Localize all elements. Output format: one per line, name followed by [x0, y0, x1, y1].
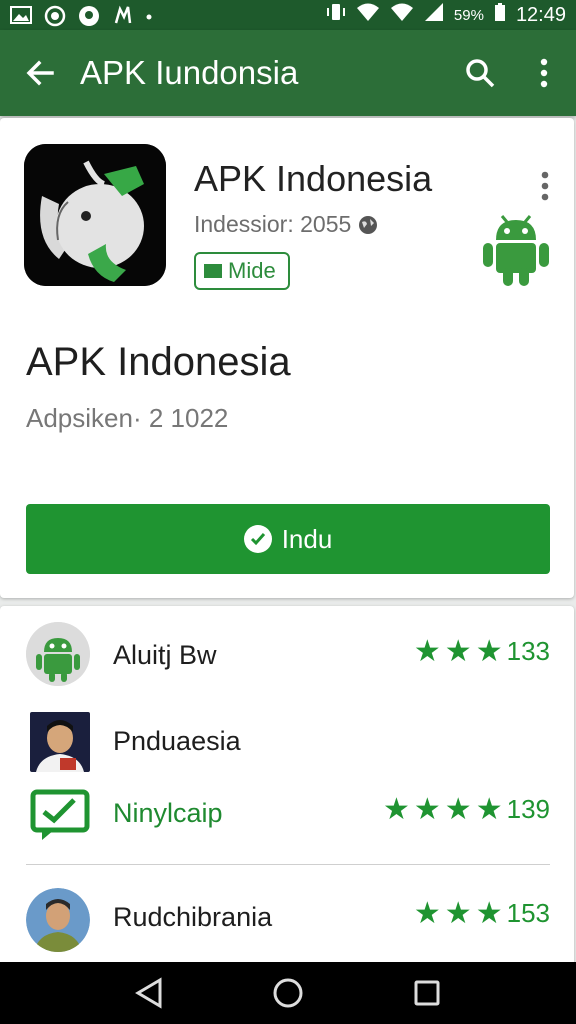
overflow-menu-button[interactable] [512, 30, 576, 116]
rating-count: 139 [506, 794, 550, 824]
rating: ★ ★ ★ 133 [414, 636, 550, 667]
vibrate-icon [326, 2, 346, 28]
app-bar: APK Iundonsia [0, 30, 576, 116]
search-button[interactable] [448, 30, 512, 116]
star-icon: ★ [444, 634, 472, 668]
star-icon: ★ [475, 634, 503, 668]
search-icon [466, 59, 495, 88]
rating-count: 153 [506, 898, 550, 928]
recents-square-icon [414, 980, 440, 1006]
nav-back-button[interactable] [119, 962, 179, 1024]
star-icon: ★ [444, 792, 472, 826]
rating-count: 133 [506, 636, 550, 666]
related-apps-card: Aluitj Bw ★ ★ ★ 133 Pnduaesia Ninylcaip … [0, 606, 574, 966]
list-item-name: Ninylcaip [113, 798, 223, 828]
app-subtitle-text: Indessior: 2055 [194, 211, 352, 237]
list-item[interactable]: Rudchibrania ★ ★ ★ 153 [0, 876, 574, 956]
more-vert-icon [540, 58, 548, 88]
back-triangle-icon [135, 977, 162, 1009]
navigation-bar [0, 962, 576, 1024]
arrow-left-icon [26, 60, 54, 86]
list-item[interactable]: Aluitj Bw ★ ★ ★ 133 [0, 614, 574, 694]
rating: ★ ★ ★ 153 [414, 898, 550, 929]
badge-square-icon [204, 264, 222, 278]
star-icon: ★ [475, 792, 503, 826]
globe-icon [359, 215, 378, 234]
battery-icon [494, 2, 506, 28]
person-avatar [26, 888, 90, 952]
app-icon[interactable] [24, 144, 166, 286]
wifi-icon [390, 2, 414, 28]
list-item[interactable]: Pnduaesia [0, 700, 574, 780]
list-item-name: Pnduaesia [113, 726, 241, 756]
battery-percent: 59% [453, 6, 484, 24]
list-item-name: Aluitj Bw [113, 640, 217, 670]
card-overflow-button[interactable] [532, 156, 558, 216]
image-icon [10, 5, 32, 25]
signal-icon [424, 2, 444, 28]
app-bar-title: APK Iundonsia [80, 54, 299, 91]
android-icon [480, 208, 552, 288]
badge-label: Mide [228, 258, 276, 283]
check-circle-icon [243, 525, 272, 553]
more-vert-icon [541, 171, 549, 201]
circle-p-icon [78, 5, 100, 26]
app-name: APK Indonesia [194, 158, 433, 199]
list-item-name: Rudchibrania [113, 902, 273, 932]
app-details-card: APK Indonesia Indessior: 2055 Mide APK I… [0, 118, 574, 598]
status-bar: 59% 12:49 [0, 0, 576, 30]
dot-icon [146, 5, 152, 25]
list-item[interactable]: Ninylcaip ★ ★ ★ ★ 139 [0, 774, 574, 854]
app-title-large: APK Indonesia [26, 340, 291, 384]
notification-icon [112, 5, 134, 25]
android-avatar [26, 622, 90, 686]
whatsapp-icon [44, 5, 66, 27]
person-avatar [30, 712, 90, 772]
star-icon: ★ [413, 792, 441, 826]
star-icon: ★ [475, 896, 503, 930]
clock: 12:49 [515, 3, 566, 26]
star-icon: ★ [413, 634, 441, 668]
star-icon: ★ [413, 896, 441, 930]
nav-home-button[interactable] [258, 962, 318, 1024]
install-button[interactable]: Indu [26, 504, 550, 574]
back-button[interactable] [0, 30, 80, 116]
nav-recents-button[interactable] [397, 962, 457, 1024]
divider [26, 864, 550, 865]
app-subtitle: Indessior: 2055 [194, 211, 379, 238]
app-subtitle-large: Adpsiken· 2 1022 [26, 403, 229, 433]
star-icon: ★ [382, 792, 410, 826]
content-badge: Mide [194, 252, 290, 290]
elephant-logo-icon [24, 144, 166, 286]
install-button-label: Indu [281, 523, 333, 554]
chat-check-icon [30, 784, 90, 844]
home-circle-icon [273, 978, 303, 1008]
wifi-icon [356, 2, 380, 28]
star-icon: ★ [444, 896, 472, 930]
rating: ★ ★ ★ ★ 139 [383, 794, 550, 825]
